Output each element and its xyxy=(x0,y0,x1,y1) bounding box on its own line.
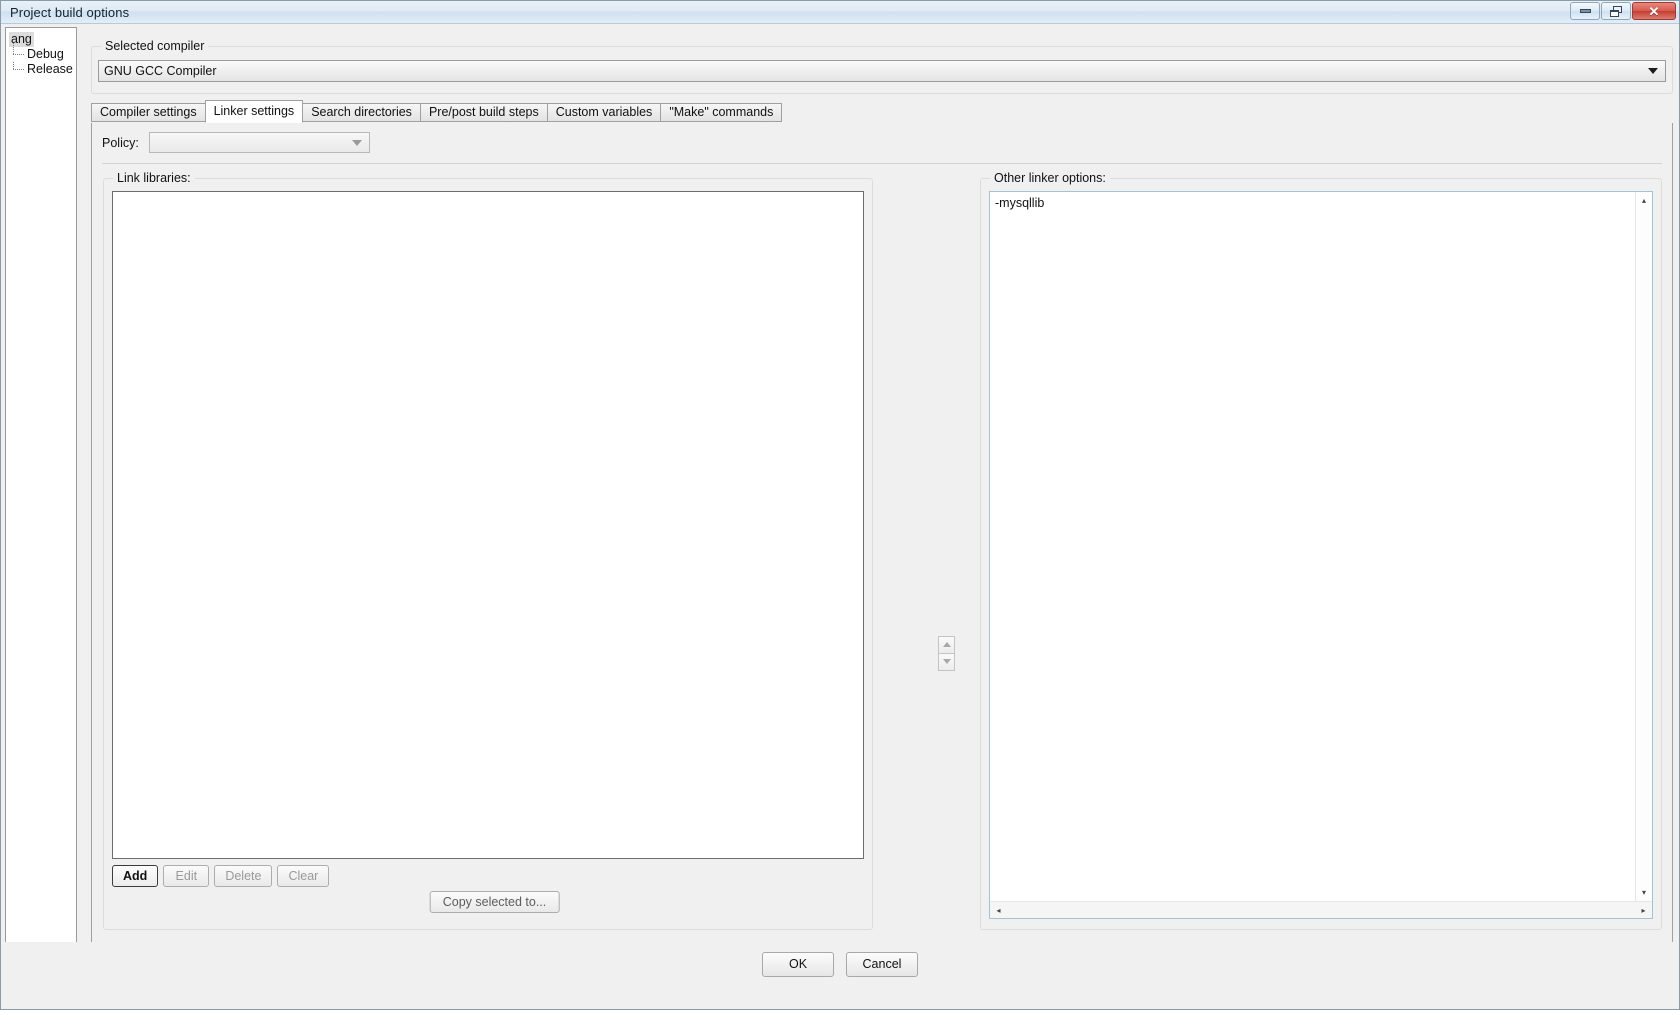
move-up-button[interactable] xyxy=(938,636,955,654)
link-libraries-buttons: Add Edit Delete Clear xyxy=(112,865,330,887)
clear-button[interactable]: Clear xyxy=(277,865,330,887)
title-bar: Project build options ✕ xyxy=(1,1,1679,24)
restore-icon xyxy=(1610,5,1622,17)
link-libraries-group: Link libraries: Add Edit Delete Clear Co… xyxy=(103,171,873,930)
arrow-down-icon xyxy=(942,659,951,665)
linker-settings-inner: Policy: Link libraries: Add Edit Delete … xyxy=(92,123,1672,942)
window-title: Project build options xyxy=(10,4,130,20)
tree-elbow-icon xyxy=(13,62,26,77)
tab-label: Search directories xyxy=(311,105,412,120)
tree-item-label: Debug xyxy=(27,47,64,61)
copy-selected-to-button[interactable]: Copy selected to... xyxy=(429,891,560,913)
tab-make-commands[interactable]: "Make" commands xyxy=(660,103,783,122)
scroll-left-icon[interactable]: ◂ xyxy=(990,902,1007,919)
linker-settings-panel: Policy: Link libraries: Add Edit Delete … xyxy=(91,123,1673,943)
window-controls: ✕ xyxy=(1570,2,1676,20)
content-area: Selected compiler GNU GCC Compiler Compi… xyxy=(85,24,1675,986)
selected-compiler-label: Selected compiler xyxy=(101,39,209,53)
compiler-select[interactable]: GNU GCC Compiler xyxy=(98,60,1666,82)
minimize-button[interactable] xyxy=(1570,2,1600,20)
move-down-button[interactable] xyxy=(938,653,955,671)
chevron-down-icon xyxy=(1648,68,1658,74)
tree-item-release[interactable]: Release xyxy=(9,62,76,77)
dialog-footer: OK Cancel xyxy=(1,942,1679,986)
scroll-down-icon[interactable]: ▾ xyxy=(1636,884,1653,901)
tree-root-item[interactable]: ang xyxy=(9,32,76,47)
add-button[interactable]: Add xyxy=(112,865,159,887)
tab-label: Compiler settings xyxy=(100,105,197,120)
tab-prepost-build-steps[interactable]: Pre/post build steps xyxy=(419,103,548,122)
policy-select[interactable] xyxy=(148,132,370,153)
selected-compiler-group: Selected compiler GNU GCC Compiler xyxy=(91,39,1673,94)
tab-label: Linker settings xyxy=(213,104,295,119)
textarea-vertical-scrollbar[interactable]: ▴ ▾ xyxy=(1635,192,1652,901)
scroll-right-icon[interactable]: ▸ xyxy=(1635,902,1652,919)
policy-separator xyxy=(102,163,1662,164)
chevron-down-icon xyxy=(351,139,362,146)
policy-label: Policy: xyxy=(102,135,139,150)
edit-button[interactable]: Edit xyxy=(163,865,210,887)
compiler-select-value: GNU GCC Compiler xyxy=(104,64,217,78)
link-libraries-label: Link libraries: xyxy=(113,171,195,185)
dialog-body: ang Debug Release ◂ ||| ▸ Selec xyxy=(1,24,1679,986)
tab-label: Pre/post build steps xyxy=(428,105,539,120)
arrow-up-icon xyxy=(942,642,951,648)
ok-button[interactable]: OK xyxy=(762,951,834,977)
tree-elbow-icon xyxy=(13,43,26,62)
tab-search-directories[interactable]: Search directories xyxy=(302,103,421,122)
policy-row: Policy: xyxy=(102,132,370,153)
tree-item-label: Release xyxy=(27,62,73,76)
settings-tabs: Compiler settings Linker settings Search… xyxy=(91,100,783,123)
tab-compiler-settings[interactable]: Compiler settings xyxy=(91,103,206,122)
tab-custom-variables[interactable]: Custom variables xyxy=(546,103,662,122)
target-tree: ang Debug Release xyxy=(6,28,76,77)
target-tree-panel[interactable]: ang Debug Release xyxy=(5,27,77,971)
close-button[interactable]: ✕ xyxy=(1632,2,1676,20)
close-icon: ✕ xyxy=(1648,3,1660,19)
link-libraries-list[interactable] xyxy=(112,191,864,859)
other-linker-options-textarea[interactable]: -mysqllib ▴ ▾ ◂ ▸ xyxy=(989,191,1653,919)
reorder-buttons xyxy=(938,636,955,671)
tab-label: "Make" commands xyxy=(669,105,774,120)
restore-button[interactable] xyxy=(1601,2,1631,20)
other-linker-options-group: Other linker options: -mysqllib ▴ ▾ ◂ ▸ xyxy=(980,171,1662,930)
project-build-options-dialog: Project build options ✕ ang Debug Releas… xyxy=(0,0,1680,1010)
cancel-button[interactable]: Cancel xyxy=(846,951,918,977)
textarea-horizontal-scrollbar[interactable]: ◂ ▸ xyxy=(990,901,1652,918)
tab-label: Custom variables xyxy=(555,105,653,120)
scroll-up-icon[interactable]: ▴ xyxy=(1636,192,1653,209)
other-linker-options-label: Other linker options: xyxy=(990,171,1110,185)
tab-linker-settings[interactable]: Linker settings xyxy=(204,100,304,123)
other-linker-options-value: -mysqllib xyxy=(995,196,1045,210)
minimize-icon xyxy=(1579,9,1591,13)
tree-item-debug[interactable]: Debug xyxy=(9,43,76,62)
delete-button[interactable]: Delete xyxy=(214,865,273,887)
